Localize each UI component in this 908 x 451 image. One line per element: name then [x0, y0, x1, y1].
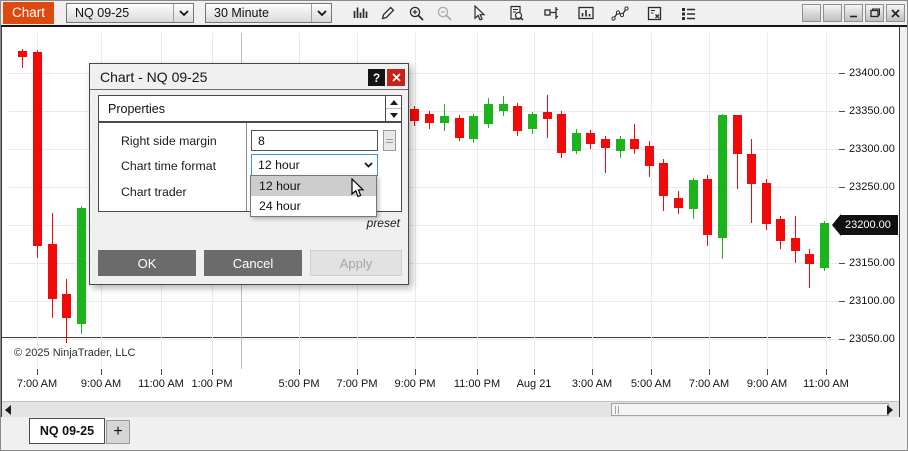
chart-time-format-value: 12 hour — [252, 158, 359, 172]
chart-trader-button[interactable] — [540, 2, 562, 24]
scroll-left-arrow-icon[interactable] — [5, 405, 15, 415]
spin-up-button[interactable] — [386, 96, 401, 108]
properties-list-icon — [680, 6, 697, 21]
chart-time-format-label: Chart time format — [121, 159, 216, 173]
zoom-in-icon — [408, 5, 425, 22]
draw-button[interactable] — [377, 2, 399, 24]
chart-style-button[interactable] — [349, 2, 371, 24]
instrument-link-button[interactable] — [802, 4, 821, 22]
dialog-title: Chart - NQ 09-25 — [90, 64, 408, 90]
chevron-down-icon — [173, 4, 193, 22]
pencil-icon — [380, 5, 396, 21]
instrument-value: NQ 09-25 — [67, 6, 173, 20]
scroll-right-arrow-icon[interactable] — [887, 405, 897, 415]
interval-selector[interactable]: 30 Minute — [205, 3, 332, 23]
cursor-icon — [472, 5, 486, 22]
strategies-button[interactable] — [643, 2, 665, 24]
chart-trader-icon — [543, 5, 560, 21]
ok-button[interactable]: OK — [98, 250, 196, 276]
drawing-tools-icon — [611, 6, 629, 21]
mouse-cursor-icon — [350, 178, 365, 204]
horizontal-scrollbar[interactable] — [2, 401, 899, 417]
dialog-help-button[interactable]: ? — [368, 69, 385, 86]
cancel-button[interactable]: Cancel — [204, 250, 302, 276]
price-bars-icon — [352, 5, 369, 21]
right-side-margin-input[interactable] — [251, 130, 378, 151]
close-button[interactable] — [886, 4, 905, 22]
chart-window-badge[interactable]: Chart — [3, 2, 54, 24]
properties-section-label: Properties — [108, 102, 165, 116]
dialog-close-button[interactable] — [387, 69, 405, 86]
spin-down-button[interactable] — [386, 108, 401, 121]
minimize-icon — [849, 9, 858, 18]
data-box-icon — [508, 5, 525, 22]
section-spinner — [385, 96, 401, 121]
close-icon — [891, 9, 900, 18]
properties-button[interactable] — [677, 2, 699, 24]
minimize-button[interactable] — [844, 4, 863, 22]
strategies-icon — [646, 5, 663, 22]
properties-section-selector[interactable]: Properties — [98, 95, 402, 122]
preset-link[interactable]: preset — [367, 216, 400, 230]
cursor-mode-button[interactable] — [468, 2, 490, 24]
toolbar: Chart NQ 09-25 30 Minute — [1, 1, 907, 27]
right-side-margin-label: Right side margin — [121, 134, 217, 148]
drawing-tools-button[interactable] — [609, 2, 631, 24]
scrollbar-thumb[interactable] — [611, 403, 889, 416]
chart-trader-label: Chart trader — [121, 185, 187, 199]
apply-button: Apply — [310, 250, 402, 276]
zoom-out-icon — [436, 5, 453, 22]
instrument-selector[interactable]: NQ 09-25 — [66, 3, 194, 23]
ninjatrader-chart-window: Chart NQ 09-25 30 Minute — [0, 0, 908, 451]
indicator-panel-icon — [577, 5, 595, 21]
zoom-out-button — [433, 2, 455, 24]
interval-value: 30 Minute — [206, 6, 311, 20]
tab-bar: NQ 09-25 + — [1, 417, 907, 451]
add-tab-button[interactable]: + — [106, 420, 130, 444]
grid-scrollbar[interactable] — [383, 130, 396, 151]
chevron-down-icon — [359, 162, 377, 168]
grid-separator — [246, 123, 247, 211]
data-box-button[interactable] — [505, 2, 527, 24]
chevron-down-icon — [311, 4, 331, 22]
chart-properties-dialog: Chart - NQ 09-25 ? Properties Right side… — [89, 63, 409, 285]
window-controls — [802, 4, 905, 22]
indicators-button[interactable] — [575, 2, 597, 24]
zoom-in-button[interactable] — [405, 2, 427, 24]
maximize-button[interactable] — [865, 4, 884, 22]
chart-time-format-select[interactable]: 12 hour — [251, 154, 378, 176]
close-icon — [392, 73, 401, 82]
maximize-icon — [870, 8, 880, 18]
interval-link-button[interactable] — [823, 4, 842, 22]
copyright-text: © 2025 NinjaTrader, LLC — [14, 347, 135, 359]
tab-nq-09-25[interactable]: NQ 09-25 — [29, 418, 105, 444]
